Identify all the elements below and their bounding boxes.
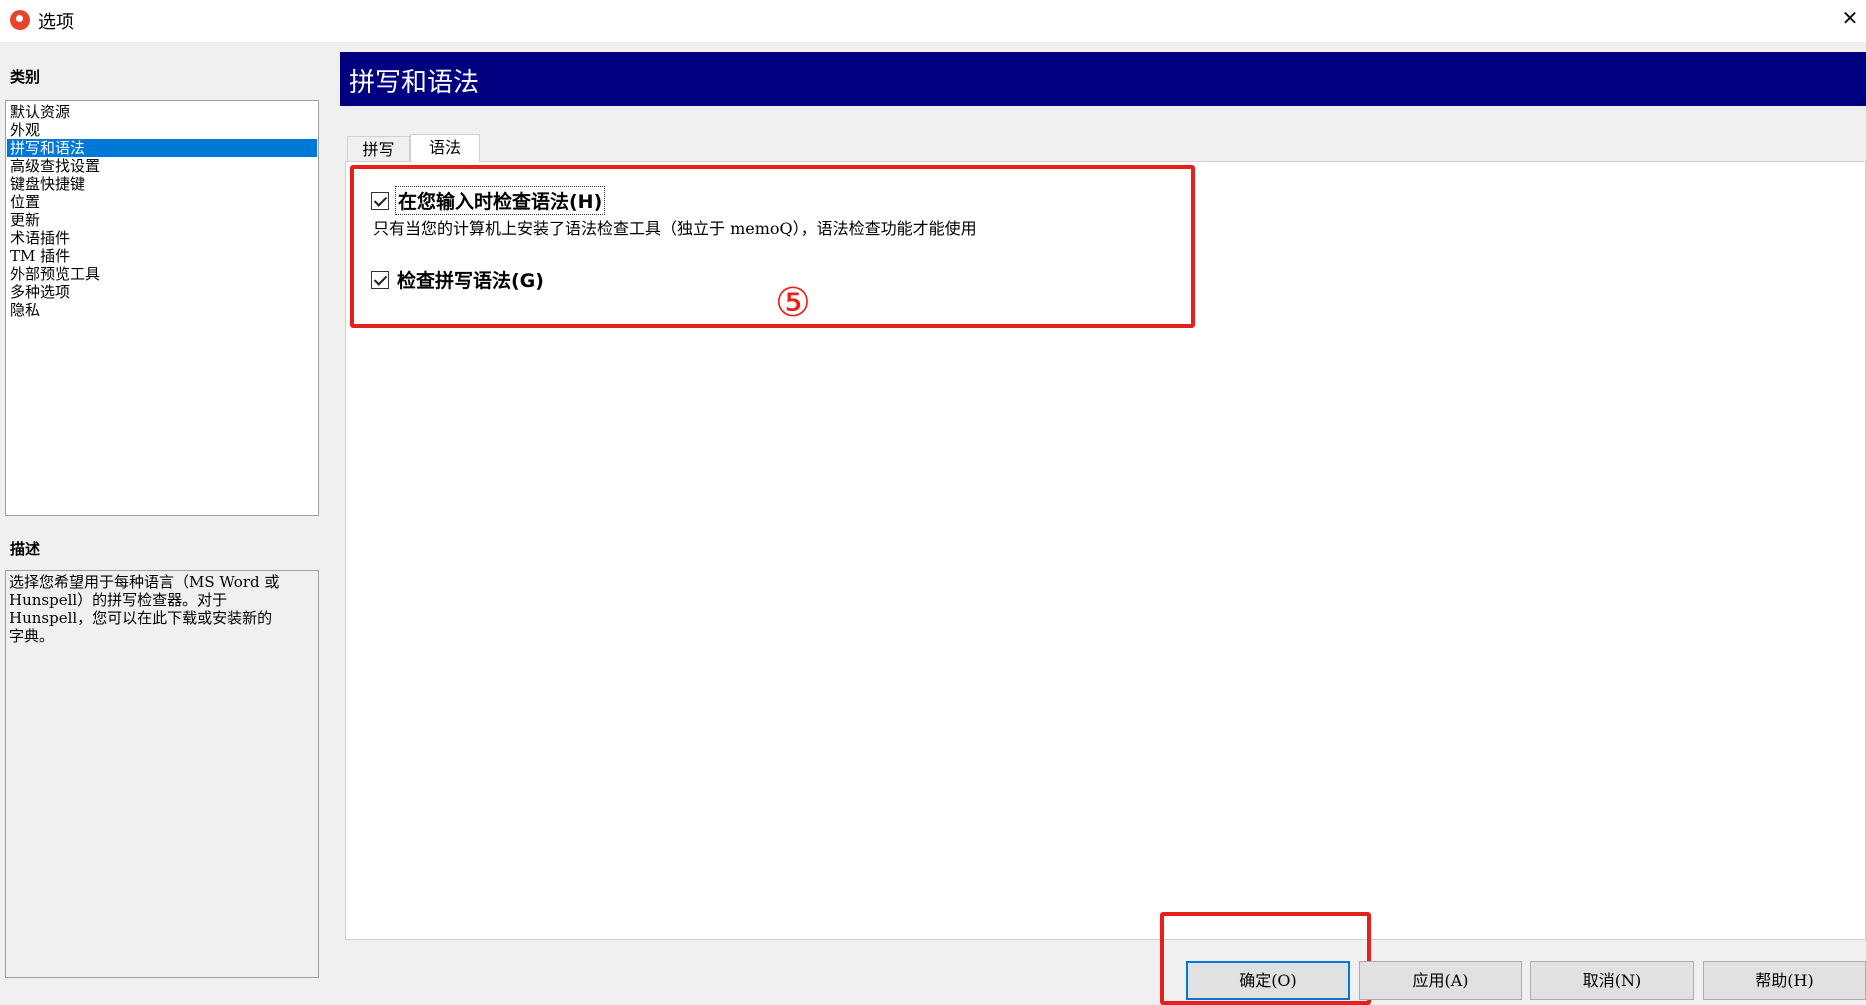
tab-spelling[interactable]: 拼写 bbox=[347, 136, 410, 162]
category-item[interactable]: 位置 bbox=[7, 193, 317, 211]
category-item[interactable]: TM 插件 bbox=[7, 247, 317, 265]
description-text: 选择您希望用于每种语言（MS Word 或 Hunspell）的拼写检查器。对于 H… bbox=[5, 570, 319, 978]
category-item[interactable]: 外观 bbox=[7, 121, 317, 139]
categories-label: 类别 bbox=[10, 68, 41, 86]
categories-list[interactable]: 默认资源 外观 拼写和语法 高级查找设置 键盘快捷键 位置 更新 术语插件 TM 插件 外部预览工… bbox=[5, 100, 319, 516]
category-item[interactable]: 外部预览工具 bbox=[7, 265, 317, 283]
apply-button[interactable]: 应用(A) bbox=[1359, 961, 1522, 1000]
category-item[interactable]: 术语插件 bbox=[7, 229, 317, 247]
close-icon[interactable]: ✕ bbox=[1840, 6, 1860, 30]
description-label: 描述 bbox=[10, 540, 41, 558]
description-line: 选择您希望用于每种语言（MS Word 或 bbox=[9, 573, 280, 591]
category-item[interactable]: 键盘快捷键 bbox=[7, 175, 317, 193]
help-button[interactable]: 帮助(H) bbox=[1703, 961, 1866, 1000]
cancel-button[interactable]: 取消(N) bbox=[1530, 961, 1694, 1000]
window-title: 选项 bbox=[38, 12, 74, 33]
category-item[interactable]: 拼写和语法 bbox=[7, 139, 317, 157]
app-logo-icon bbox=[10, 10, 30, 30]
annotation-box-options bbox=[350, 165, 1195, 328]
description-line: 字典。 bbox=[9, 627, 55, 645]
section-header: 拼写和语法 bbox=[340, 52, 1866, 106]
ok-button[interactable]: 确定(O) bbox=[1186, 961, 1350, 1000]
category-item[interactable]: 多种选项 bbox=[7, 283, 317, 301]
category-item[interactable]: 默认资源 bbox=[7, 103, 317, 121]
section-header-title: 拼写和语法 bbox=[349, 68, 480, 98]
tab-grammar[interactable]: 语法 bbox=[410, 134, 480, 162]
annotation-number: ⑤ bbox=[775, 280, 811, 326]
category-item[interactable]: 隐私 bbox=[7, 301, 317, 319]
title-bar: 选项 ✕ bbox=[0, 0, 1866, 42]
description-line: Hunspell，您可以在此下载或安装新的 bbox=[9, 609, 273, 627]
category-item[interactable]: 更新 bbox=[7, 211, 317, 229]
category-item[interactable]: 高级查找设置 bbox=[7, 157, 317, 175]
description-line: Hunspell）的拼写检查器。对于 bbox=[9, 591, 228, 609]
